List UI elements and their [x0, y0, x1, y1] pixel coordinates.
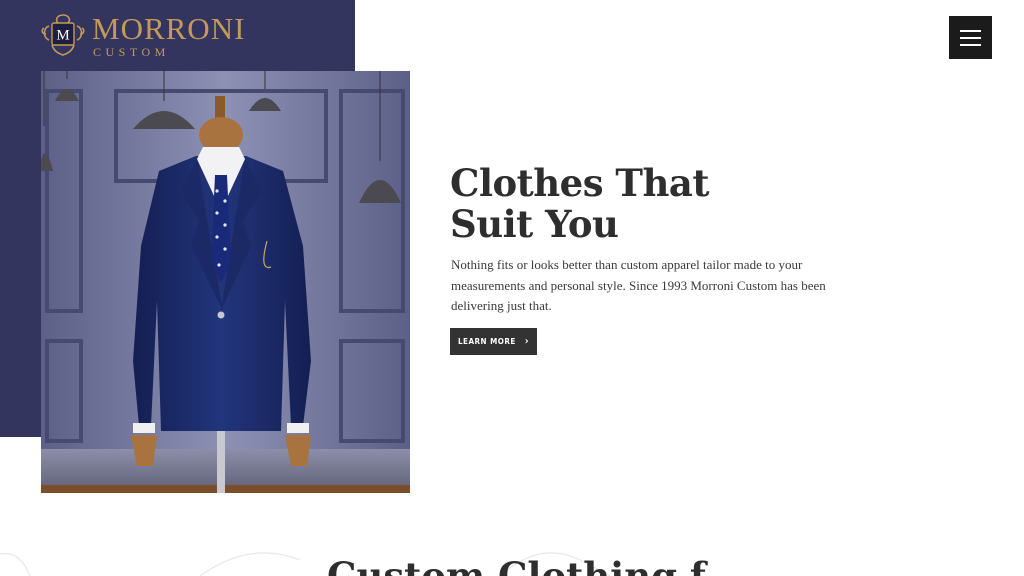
brand-subtitle: CUSTOM — [93, 44, 170, 59]
hero-title-line2: Suit You — [450, 202, 619, 246]
brand-name: MORRONI — [92, 10, 246, 46]
monogram-emblem-icon: M — [41, 14, 85, 56]
monogram-letter: M — [56, 28, 69, 44]
learn-more-button[interactable]: LEARN MORE › — [450, 328, 537, 355]
hero-title: Clothes That Suit You — [450, 163, 780, 245]
hero-title-line1: Clothes That — [450, 161, 709, 205]
menu-line — [960, 36, 981, 39]
menu-line — [960, 29, 981, 32]
hero-description: Nothing fits or looks better than custom… — [451, 257, 826, 313]
learn-more-label: LEARN MORE — [457, 337, 516, 346]
page: M MORRONI CUSTOM Clothes That Suit You N… — [0, 0, 1024, 576]
chevron-right-icon: › — [524, 335, 530, 347]
section-title: Custom Clothing f — [327, 554, 706, 576]
menu-line — [960, 43, 981, 46]
hero-suit-image — [41, 71, 410, 493]
hamburger-menu-icon[interactable] — [949, 16, 992, 59]
logo[interactable]: M MORRONI CUSTOM — [40, 12, 245, 58]
